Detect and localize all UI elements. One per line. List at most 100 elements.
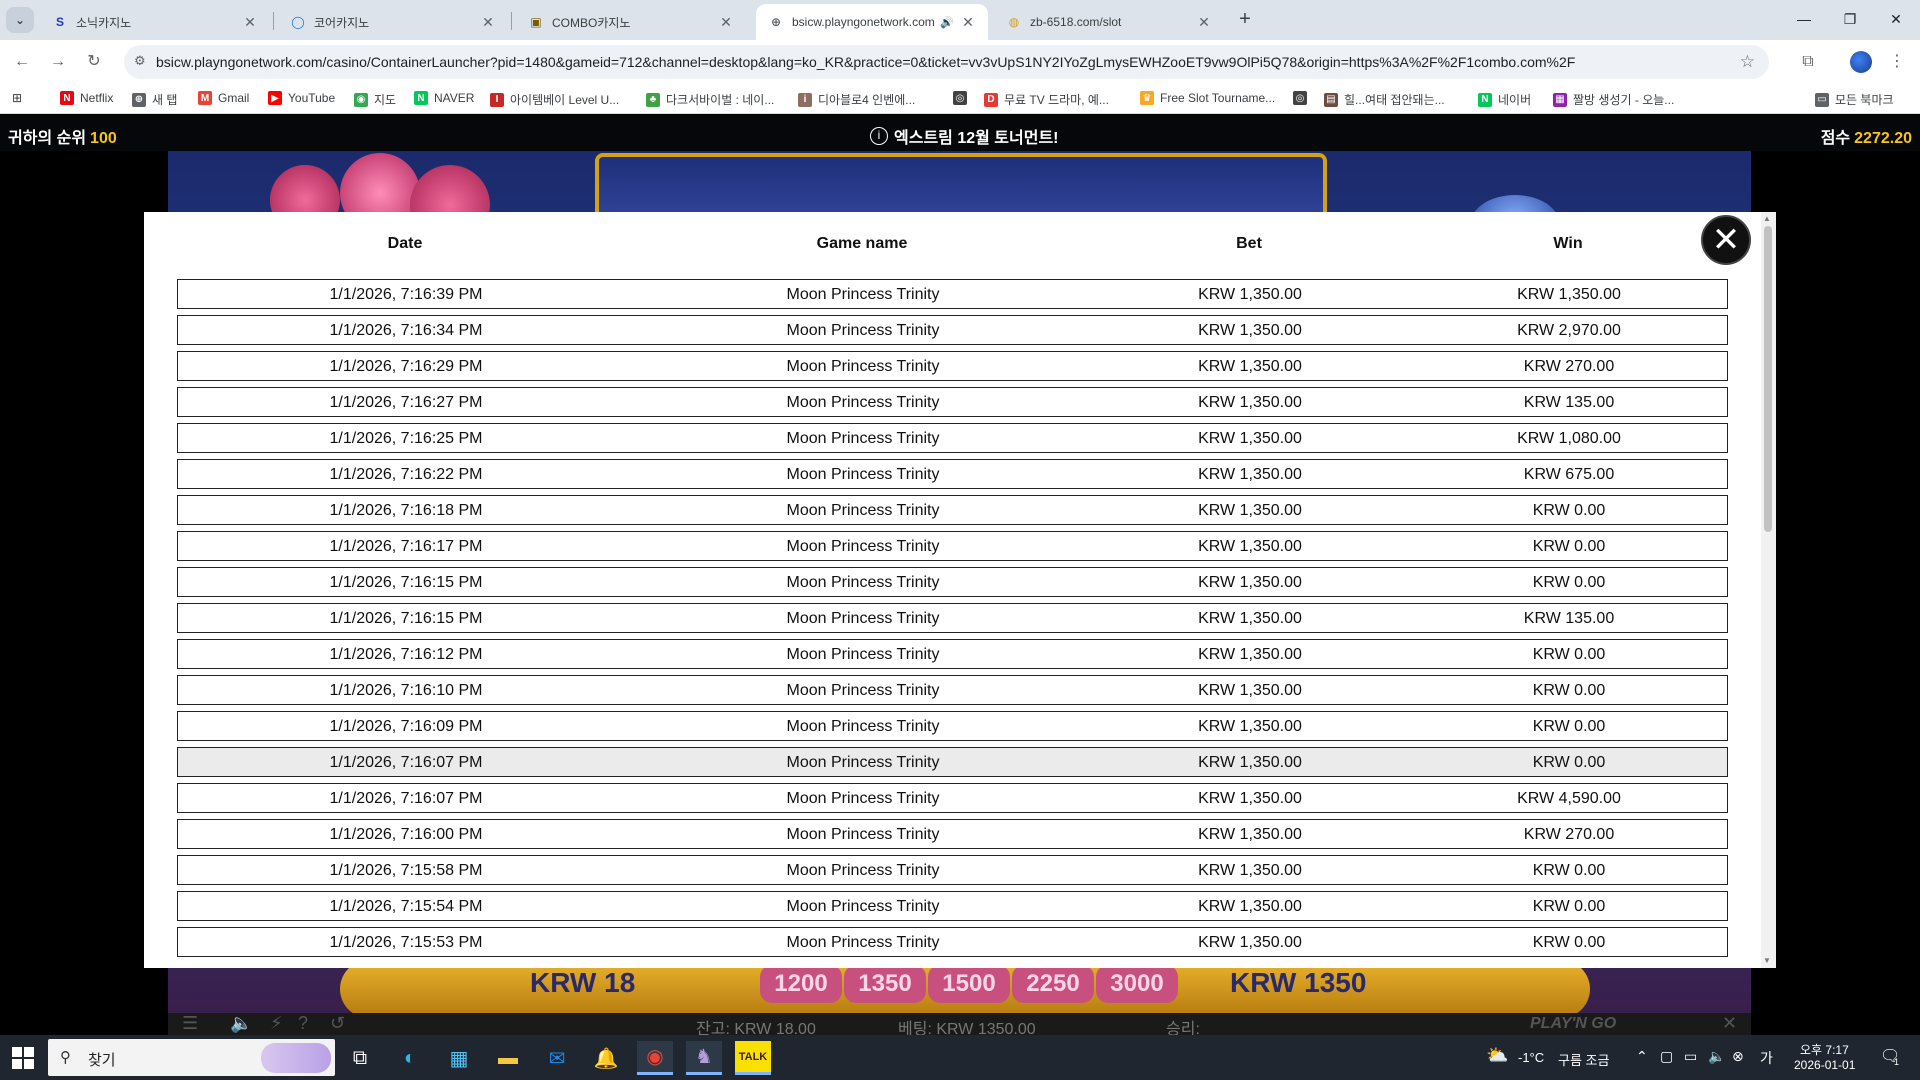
close-modal-button[interactable]: ✕: [1701, 215, 1751, 265]
tab-close-icon[interactable]: ✕: [1196, 14, 1212, 31]
menu-dots-icon[interactable]: ⋮: [1885, 50, 1909, 74]
table-row[interactable]: 1/1/2026, 7:16:09 PM Moon Princess Trinit…: [177, 711, 1728, 741]
table-row[interactable]: 1/1/2026, 7:15:58 PM Moon Princess Trinit…: [177, 855, 1728, 885]
bookmark-item[interactable]: ♣ 다크서바이벌 : 네이...: [646, 91, 774, 108]
history-icon[interactable]: ↺: [330, 1013, 345, 1034]
tab-close-icon[interactable]: ✕: [960, 14, 976, 31]
scrollbar-thumb[interactable]: [1764, 226, 1772, 532]
tab-close-icon[interactable]: ✕: [718, 14, 734, 31]
store-icon[interactable]: ▦: [441, 1041, 477, 1075]
table-row[interactable]: 1/1/2026, 7:16:00 PM Moon Princess Trinit…: [177, 819, 1728, 849]
table-row[interactable]: 1/1/2026, 7:16:34 PM Moon Princess Trinit…: [177, 315, 1728, 345]
table-row[interactable]: 1/1/2026, 7:16:29 PM Moon Princess Trinit…: [177, 351, 1728, 381]
table-row[interactable]: 1/1/2026, 7:16:25 PM Moon Princess Trinit…: [177, 423, 1728, 453]
extensions-icon[interactable]: ⧉: [1796, 50, 1820, 74]
tournament-title[interactable]: i 엑스트림 12월 토너먼트!: [870, 124, 1059, 148]
help-icon[interactable]: ?: [298, 1013, 308, 1034]
turbo-icon[interactable]: ⚡: [270, 1013, 283, 1034]
tray-app-icon[interactable]: ▢: [1660, 1048, 1673, 1065]
table-row[interactable]: 1/1/2026, 7:16:27 PM Moon Princess Trinit…: [177, 387, 1728, 417]
bookmark-item[interactable]: I 아이템베이 Level U...: [490, 91, 619, 108]
url-text[interactable]: bsicw.playngonetwork.com/casino/Containe…: [156, 54, 1716, 70]
reload-icon[interactable]: ↻: [82, 50, 106, 74]
new-tab-button[interactable]: +: [1233, 8, 1257, 32]
table-row[interactable]: 1/1/2026, 7:16:10 PM Moon Princess Trinit…: [177, 675, 1728, 705]
tray-close-icon[interactable]: ⊗: [1732, 1048, 1744, 1065]
apps-grid-icon[interactable]: ⊞: [12, 91, 22, 105]
table-row[interactable]: 1/1/2026, 7:16:18 PM Moon Princess Trinit…: [177, 495, 1728, 525]
scroll-down-arrow-icon[interactable]: ▼: [1763, 956, 1771, 965]
restore-icon[interactable]: ❐: [1830, 6, 1870, 32]
bet-option-button[interactable]: 3000: [1096, 965, 1178, 1003]
scroll-up-arrow-icon[interactable]: ▲: [1763, 214, 1771, 223]
bookmark-item[interactable]: D 무료 TV 드라마, 예...: [984, 91, 1109, 108]
address-bar[interactable]: ⚙ bsicw.playngonetwork.com/casino/Contai…: [124, 45, 1769, 79]
table-row[interactable]: 1/1/2026, 7:16:07 PM Moon Princess Trinit…: [177, 747, 1728, 777]
ime-icon[interactable]: 가: [1760, 1048, 1773, 1068]
bookmark-item[interactable]: ▦ 짤방 생성기 - 오늘...: [1553, 91, 1674, 108]
network-icon[interactable]: ▭: [1684, 1048, 1697, 1065]
bet-option-button[interactable]: 1200: [760, 965, 842, 1003]
kakao-bell-icon[interactable]: 🔔: [588, 1041, 624, 1075]
bookmark-item[interactable]: M Gmail: [198, 91, 249, 105]
bookmark-item[interactable]: ◉ 지도: [354, 91, 396, 108]
table-row[interactable]: 1/1/2026, 7:16:07 PM Moon Princess Trinit…: [177, 783, 1728, 813]
browser-tab[interactable]: ◯ 코어카지노 ✕: [278, 4, 508, 40]
table-row[interactable]: 1/1/2026, 7:16:39 PM Moon Princess Trinit…: [177, 279, 1728, 309]
browser-tab[interactable]: ◍ zb-6518.com/slot ✕: [994, 4, 1224, 40]
hamburger-menu-icon[interactable]: ☰: [182, 1013, 198, 1034]
tab-close-icon[interactable]: ✕: [480, 14, 496, 31]
bookmark-item[interactable]: ◎: [953, 91, 973, 105]
volume-icon[interactable]: 🔈: [1708, 1048, 1725, 1065]
bookmark-item[interactable]: N Netflix: [60, 91, 113, 105]
windows-start-icon[interactable]: [12, 1047, 34, 1069]
bookmark-item[interactable]: ♛ Free Slot Tourname...: [1140, 91, 1275, 105]
table-row[interactable]: 1/1/2026, 7:15:53 PM Moon Princess Trinit…: [177, 927, 1728, 957]
bookmark-item[interactable]: N 네이버: [1478, 91, 1531, 108]
bookmark-item[interactable]: N NAVER: [414, 91, 474, 105]
table-row[interactable]: 1/1/2026, 7:16:17 PM Moon Princess Trinit…: [177, 531, 1728, 561]
clock-time[interactable]: 오후 7:17: [1800, 1041, 1849, 1058]
bet-option-button[interactable]: 2250: [1012, 965, 1094, 1003]
edge-icon[interactable]: ◐: [392, 1041, 428, 1075]
forward-icon[interactable]: →: [46, 50, 70, 74]
tab-close-icon[interactable]: ✕: [242, 14, 258, 31]
bet-option-button[interactable]: 1500: [928, 965, 1010, 1003]
info-icon[interactable]: i: [870, 127, 888, 145]
site-info-icon[interactable]: ⚙: [134, 53, 146, 69]
tray-expand-icon[interactable]: ⌃: [1636, 1048, 1648, 1065]
audio-playing-icon[interactable]: 🔊: [940, 16, 954, 29]
table-row[interactable]: 1/1/2026, 7:15:54 PM Moon Princess Trinit…: [177, 891, 1728, 921]
task-view-icon[interactable]: ⧉: [342, 1041, 378, 1075]
kakaotalk-icon[interactable]: TALK: [735, 1041, 771, 1075]
file-explorer-icon[interactable]: ▬: [490, 1041, 526, 1075]
bookmark-item[interactable]: ▤ 힐...여태 접안돼는...: [1324, 91, 1445, 108]
browser-tab[interactable]: ▣ COMBO카지노 ✕: [516, 4, 746, 40]
bet-option-button[interactable]: 1350: [844, 965, 926, 1003]
close-game-icon[interactable]: ✕: [1722, 1013, 1737, 1034]
browser-tab[interactable]: S 소닉카지노 ✕: [40, 4, 270, 40]
weather-icon[interactable]: ⛅: [1486, 1045, 1508, 1066]
clock-date[interactable]: 2026-01-01: [1794, 1058, 1855, 1072]
table-row[interactable]: 1/1/2026, 7:16:22 PM Moon Princess Trinit…: [177, 459, 1728, 489]
table-row[interactable]: 1/1/2026, 7:16:12 PM Moon Princess Trinit…: [177, 639, 1728, 669]
back-icon[interactable]: ←: [10, 50, 34, 74]
bookmark-star-icon[interactable]: ☆: [1740, 52, 1755, 72]
bookmark-item[interactable]: i 디아블로4 인벤에...: [798, 91, 915, 108]
outlook-icon[interactable]: ✉: [539, 1041, 575, 1075]
close-window-icon[interactable]: ✕: [1876, 6, 1916, 32]
bookmark-item[interactable]: ◎: [1293, 91, 1313, 105]
bookmark-item[interactable]: ▭ 모든 북마크: [1815, 91, 1894, 108]
game-app-icon[interactable]: ♞: [686, 1041, 722, 1075]
table-row[interactable]: 1/1/2026, 7:16:15 PM Moon Princess Trinit…: [177, 567, 1728, 597]
profile-avatar[interactable]: [1850, 51, 1872, 73]
bookmark-item[interactable]: ▶ YouTube: [268, 91, 335, 105]
chrome-icon[interactable]: ◉: [637, 1041, 673, 1075]
bookmark-item[interactable]: ⊕ 새 탭: [132, 91, 177, 108]
browser-tab[interactable]: ⊕ bsicw.playngonetwork.com 🔊 ✕: [756, 4, 988, 40]
taskbar-search[interactable]: ⚲ 찾기: [48, 1039, 335, 1076]
tab-search-button[interactable]: ⌄: [6, 7, 34, 33]
table-row[interactable]: 1/1/2026, 7:16:15 PM Moon Princess Trinit…: [177, 603, 1728, 633]
sound-icon[interactable]: 🔈: [230, 1013, 252, 1034]
minimize-icon[interactable]: —: [1784, 6, 1824, 32]
